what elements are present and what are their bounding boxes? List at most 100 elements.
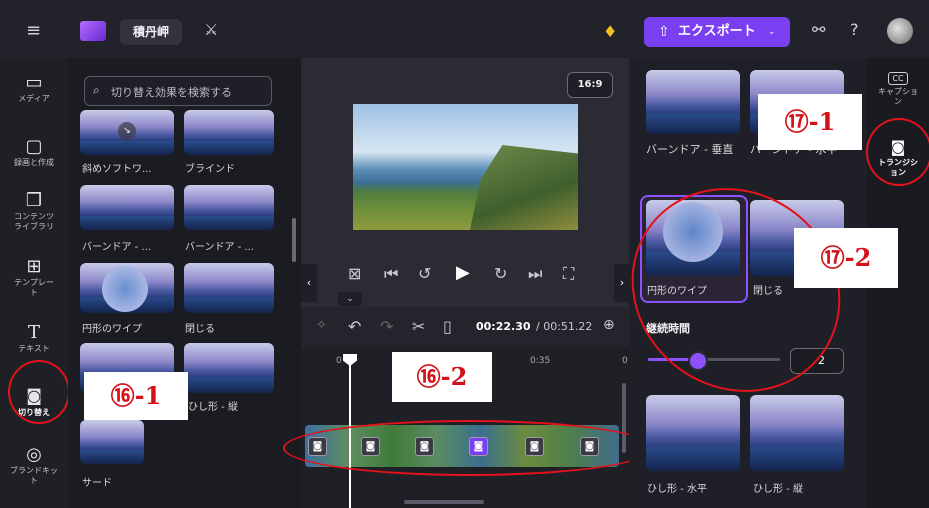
rail-label: 録画と作成 <box>14 158 54 167</box>
avatar[interactable] <box>887 18 913 44</box>
rail-label: テキスト <box>18 344 50 353</box>
undo-icon[interactable]: ↶ <box>348 317 361 336</box>
transition-thumbnail[interactable] <box>646 70 740 134</box>
right-collapse-button[interactable]: › <box>614 264 630 302</box>
transition-thumbnail[interactable] <box>80 420 144 464</box>
transition-thumbnail[interactable] <box>184 343 274 393</box>
transition-label: 斜めソフトワ... <box>82 164 152 175</box>
current-time: 00:22.30 <box>476 320 531 333</box>
skip-forward-icon[interactable]: ⏭ <box>528 264 542 284</box>
magic-wand-icon[interactable]: ✧ <box>316 318 327 333</box>
skip-back-icon[interactable]: ⏮ <box>384 264 398 284</box>
rail-item-transitions-right[interactable]: ◙ トランジション <box>867 138 929 178</box>
callout-17-2: ⑰-2 <box>794 228 898 288</box>
help-button[interactable]: ? <box>850 22 859 38</box>
callout-17-1: ⑰-1 <box>758 94 862 150</box>
fullscreen-icon[interactable]: ⛶ <box>563 264 574 284</box>
timeline-hscrollbar[interactable] <box>404 500 484 504</box>
transition-marker-icon[interactable]: ◙ <box>361 437 380 456</box>
search-input: 切り替え効果を検索する <box>111 86 232 99</box>
rail-item-brand-kit[interactable]: ◎ ブランドキット <box>0 444 68 486</box>
transition-thumbnail[interactable] <box>184 263 274 313</box>
rail-label: ブランドキット <box>10 466 58 485</box>
forward-5-icon[interactable]: ↻ <box>494 264 507 283</box>
timeline-clips[interactable] <box>305 425 619 467</box>
rewind-5-icon[interactable]: ↺ <box>418 264 431 283</box>
app-logo-icon <box>80 21 106 41</box>
rail-label: メディア <box>18 94 50 103</box>
chevron-down-icon: ⌄ <box>768 27 776 37</box>
transition-label: ひし形 - 水平 <box>647 484 707 495</box>
rail-item-library[interactable]: ❒ コンテンツライブラリ <box>0 190 68 232</box>
camera-icon: ▢ <box>25 136 43 157</box>
callout-16-1: ⑯-1 <box>84 372 188 420</box>
transition-marker-icon[interactable]: ◙ <box>415 437 434 456</box>
captions-label: キャプション <box>878 87 918 106</box>
rail-item-text[interactable]: T テキスト <box>0 322 68 354</box>
transition-marker-icon[interactable]: ◙ <box>469 437 488 456</box>
transition-icon: ◙ <box>890 138 906 156</box>
playhead[interactable] <box>349 360 351 508</box>
share-nodes-icon[interactable]: ⚯ <box>812 22 825 38</box>
transition-label: 円形のワイプ <box>647 286 707 297</box>
text-icon: T <box>27 322 40 343</box>
brand-icon: ◎ <box>26 444 42 465</box>
transition-marker-icon[interactable]: ◙ <box>525 437 544 456</box>
transition-thumbnail[interactable] <box>184 185 274 230</box>
transition-thumbnail[interactable] <box>646 395 740 471</box>
play-icon[interactable]: ▶ <box>456 262 470 283</box>
project-title[interactable]: 積丹岬 <box>120 19 182 45</box>
duration-slider-handle[interactable] <box>688 351 708 371</box>
camera-off-icon[interactable]: ⊠ <box>348 264 361 283</box>
delete-icon[interactable]: ▯ <box>443 317 452 336</box>
transition-label: ひし形 - 縦 <box>753 484 803 495</box>
circle-wipe-shape <box>102 266 148 312</box>
library-scrollbar[interactable] <box>292 218 296 262</box>
library-icon: ❒ <box>25 190 43 211</box>
rail-item-templates[interactable]: ⊞ テンプレート <box>0 256 68 298</box>
upload-icon: ⇧ <box>658 24 670 40</box>
transition-thumbnail[interactable] <box>184 110 274 155</box>
captions-icon: CC <box>888 72 908 85</box>
search-box[interactable]: ⌕ 切り替え効果を検索する <box>84 76 272 106</box>
premium-diamond-button[interactable]: ♦ <box>603 22 617 41</box>
duration-input[interactable]: 2 <box>790 348 844 374</box>
redo-icon[interactable]: ↷ <box>380 317 393 336</box>
export-label: エクスポート <box>678 24 756 39</box>
duration-value: 2 <box>818 354 825 367</box>
transition-marker-icon[interactable]: ◙ <box>308 437 327 456</box>
duration-label: 継続時間 <box>646 322 690 335</box>
transition-label: 円形のワイプ <box>82 324 142 335</box>
rail-item-captions[interactable]: CC キャプション <box>867 66 929 107</box>
transitions-label: トランジション <box>878 158 918 177</box>
total-time: / 00:51.22 <box>536 320 593 333</box>
aspect-ratio-button[interactable]: 16:9 <box>567 72 613 98</box>
ruler-label: 0 <box>336 356 342 366</box>
zoom-icon[interactable]: ⊕ <box>603 317 615 333</box>
ruler-label: 0:35 <box>530 356 551 366</box>
transition-label: ブラインド <box>185 164 235 175</box>
transition-label: バーンドア - 垂直 <box>646 143 734 156</box>
rail-label: テンプレート <box>14 278 54 297</box>
hamburger-icon[interactable]: ≡ <box>26 22 41 40</box>
folder-icon: ▭ <box>25 72 43 93</box>
timeline-scrollbar[interactable] <box>622 383 626 453</box>
rail-item-transitions[interactable]: ◙ 切り替え <box>0 386 68 418</box>
callout-16-2: ⑯-2 <box>392 352 492 402</box>
split-icon[interactable]: ✂ <box>412 317 425 336</box>
transition-label: バーンドア - ... <box>185 242 255 253</box>
transition-label: バーンドア - ... <box>82 242 152 253</box>
export-button[interactable]: ⇧ エクスポート ⌄ <box>644 17 790 47</box>
rail-item-record[interactable]: ▢ 録画と作成 <box>0 136 68 168</box>
transition-marker-icon[interactable]: ◙ <box>580 437 599 456</box>
play-preview-icon: ↘ <box>118 122 136 140</box>
rail-label: コンテンツライブラリ <box>14 212 54 231</box>
transition-thumbnail[interactable] <box>750 395 844 471</box>
left-collapse-button[interactable]: ‹ <box>301 264 317 302</box>
transition-thumbnail[interactable] <box>80 185 174 230</box>
collapse-player-button[interactable]: ⌄ <box>338 292 362 306</box>
transition-label: 閉じる <box>753 286 783 297</box>
diamond-off-icon[interactable]: ⚔ <box>204 22 218 38</box>
rail-item-media[interactable]: ▭ メディア <box>0 72 68 104</box>
transition-label: ひし形 - 縦 <box>188 402 238 413</box>
